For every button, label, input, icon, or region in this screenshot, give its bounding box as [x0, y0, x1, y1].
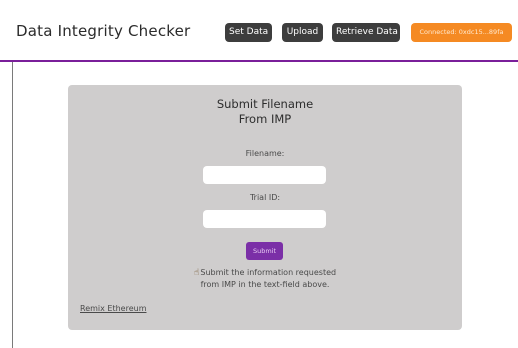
navbar: Data Integrity Checker Set Data Upload R…	[0, 0, 518, 62]
left-divider	[12, 62, 13, 348]
app-title: Data Integrity Checker	[16, 22, 191, 40]
page: Data Integrity Checker Set Data Upload R…	[0, 0, 518, 348]
submit-button[interactable]: Submit	[246, 242, 283, 260]
remix-ethereum-link[interactable]: Remix Ethereum	[80, 304, 147, 313]
wallet-connection-button[interactable]: Connected: 0xdc15...89fa	[411, 23, 512, 42]
retrieve-data-button[interactable]: Retrieve Data	[332, 23, 400, 42]
info-message: ☝Submit the information requested from I…	[188, 267, 342, 290]
pointing-hand-icon: ☝	[193, 268, 200, 278]
upload-button[interactable]: Upload	[282, 23, 323, 42]
submit-form-card: Submit Filename From IMP Filename: Trial…	[68, 85, 462, 330]
form-heading: Submit Filename From IMP	[68, 97, 462, 127]
filename-label: Filename:	[245, 149, 285, 158]
form-heading-line2: From IMP	[238, 112, 292, 126]
filename-input[interactable]	[203, 166, 326, 184]
trial-id-input[interactable]	[203, 210, 326, 228]
trial-id-label: Trial ID:	[249, 193, 281, 202]
form-heading-line1: Submit Filename	[216, 97, 314, 111]
info-message-text: Submit the information requested from IM…	[200, 268, 337, 289]
set-data-button[interactable]: Set Data	[225, 23, 272, 42]
